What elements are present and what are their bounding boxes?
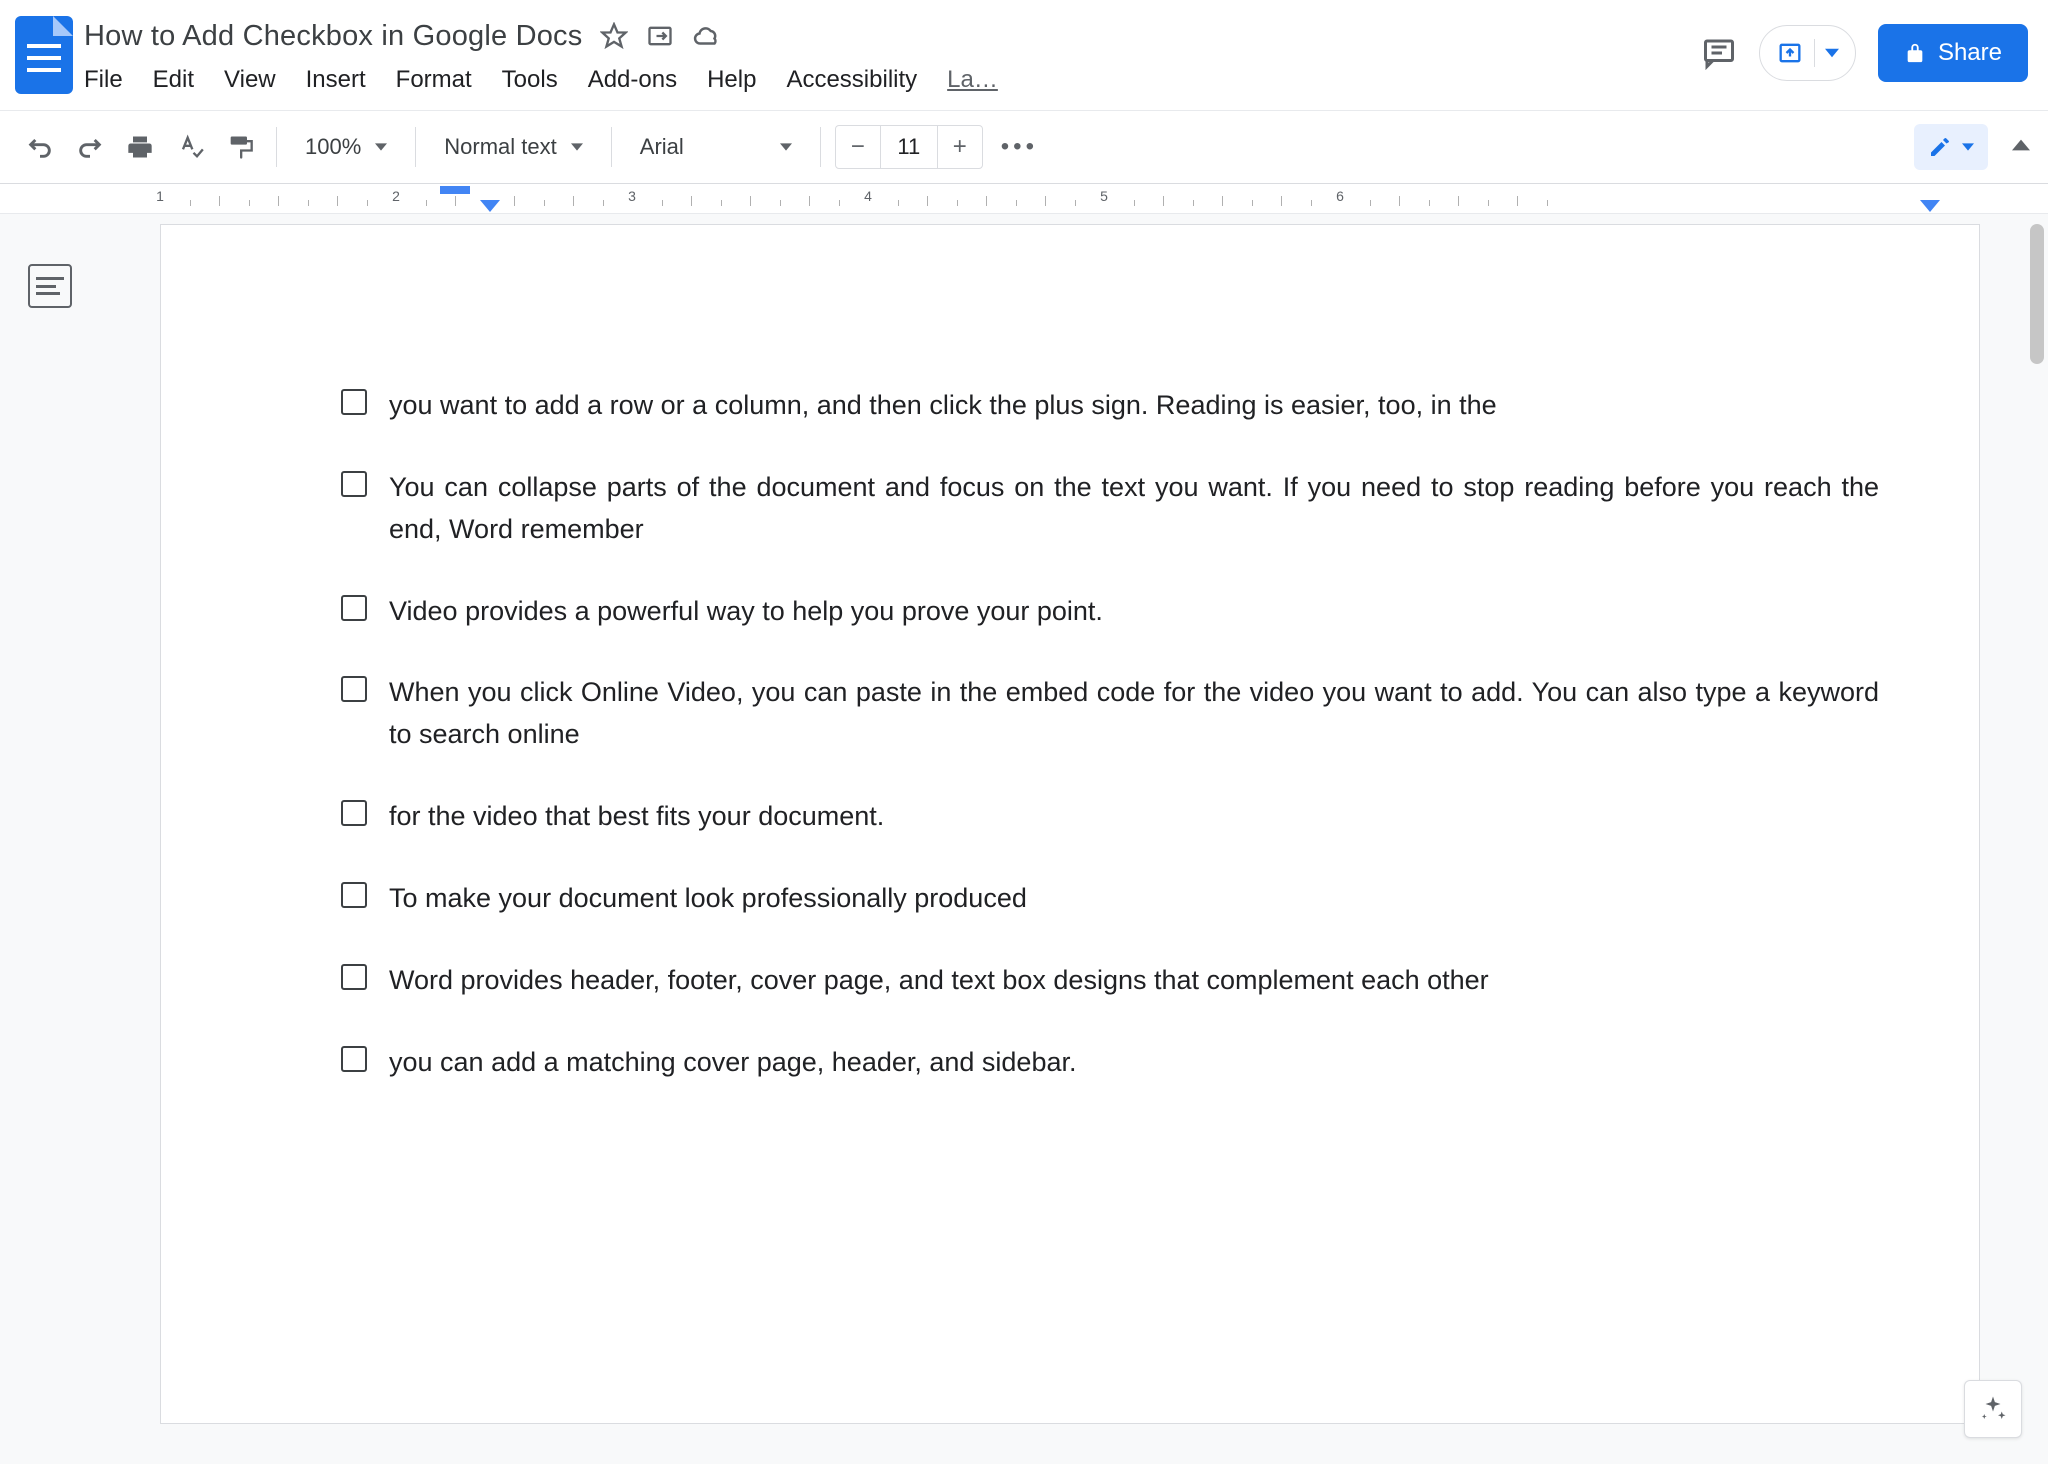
app-header: How to Add Checkbox in Google Docs File … — [0, 0, 2048, 100]
ruler-number: 6 — [1336, 188, 1344, 204]
checklist-text[interactable]: You can collapse parts of the document a… — [389, 467, 1879, 551]
menu-bar: File Edit View Insert Format Tools Add-o… — [84, 60, 1701, 100]
spellcheck-icon[interactable] — [168, 125, 212, 169]
checklist-text[interactable]: you can add a matching cover page, heade… — [389, 1042, 1077, 1084]
horizontal-ruler[interactable]: 1 2 3 4 5 6 — [0, 184, 2048, 214]
share-label: Share — [1938, 39, 2002, 67]
checklist-text[interactable]: When you click Online Video, you can pas… — [389, 672, 1879, 756]
checklist-item[interactable]: When you click Online Video, you can pas… — [341, 672, 1879, 756]
menu-insert[interactable]: Insert — [306, 66, 366, 94]
checklist-item[interactable]: for the video that best fits your docume… — [341, 796, 1879, 838]
menu-edit[interactable]: Edit — [153, 66, 194, 94]
menu-view[interactable]: View — [224, 66, 276, 94]
checkbox-icon[interactable] — [341, 1046, 367, 1072]
menu-tools[interactable]: Tools — [502, 66, 558, 94]
font-size-control: − 11 + — [835, 125, 983, 169]
document-title[interactable]: How to Add Checkbox in Google Docs — [84, 20, 582, 53]
document-page[interactable]: you want to add a row or a column, and t… — [160, 224, 1980, 1424]
checkbox-icon[interactable] — [341, 676, 367, 702]
menu-file[interactable]: File — [84, 66, 123, 94]
paint-format-icon[interactable] — [218, 125, 262, 169]
cloud-status-icon[interactable] — [692, 21, 722, 51]
checklist-text[interactable]: Word provides header, footer, cover page… — [389, 960, 1489, 1002]
menu-help[interactable]: Help — [707, 66, 756, 94]
vertical-scrollbar[interactable] — [2026, 214, 2044, 1464]
menu-last-activity[interactable]: La… — [947, 66, 998, 94]
workspace: you want to add a row or a column, and t… — [0, 214, 2048, 1464]
document-outline-icon[interactable] — [28, 264, 72, 308]
ruler-number: 5 — [1100, 188, 1108, 204]
checkbox-icon[interactable] — [341, 800, 367, 826]
checklist-item[interactable]: you can add a matching cover page, heade… — [341, 1042, 1879, 1084]
checklist: you want to add a row or a column, and t… — [341, 385, 1879, 1083]
checkbox-icon[interactable] — [341, 882, 367, 908]
more-toolbar-icon[interactable]: ••• — [989, 133, 1038, 161]
font-select[interactable]: Arial — [626, 125, 806, 169]
zoom-value: 100% — [305, 134, 361, 160]
toolbar: 100% Normal text Arial − 11 + ••• — [0, 110, 2048, 184]
checkbox-icon[interactable] — [341, 964, 367, 990]
checklist-text[interactable]: To make your document look professionall… — [389, 878, 1027, 920]
ruler-number: 2 — [392, 188, 400, 204]
ruler-number: 4 — [864, 188, 872, 204]
font-size-decrease[interactable]: − — [836, 133, 880, 161]
comments-icon[interactable] — [1701, 35, 1737, 71]
checklist-item[interactable]: You can collapse parts of the document a… — [341, 467, 1879, 551]
redo-icon[interactable] — [68, 125, 112, 169]
undo-icon[interactable] — [18, 125, 62, 169]
share-button[interactable]: Share — [1878, 24, 2028, 82]
checklist-text[interactable]: for the video that best fits your docume… — [389, 796, 884, 838]
checkbox-icon[interactable] — [341, 389, 367, 415]
scrollbar-thumb[interactable] — [2030, 224, 2044, 364]
font-size-increase[interactable]: + — [938, 133, 982, 161]
menu-addons[interactable]: Add-ons — [588, 66, 677, 94]
font-size-value[interactable]: 11 — [880, 126, 938, 168]
checklist-text[interactable]: you want to add a row or a column, and t… — [389, 385, 1497, 427]
ruler-number: 1 — [156, 188, 164, 204]
checklist-item[interactable]: you want to add a row or a column, and t… — [341, 385, 1879, 427]
checkbox-icon[interactable] — [341, 595, 367, 621]
checklist-item[interactable]: Word provides header, footer, cover page… — [341, 960, 1879, 1002]
ruler-number: 3 — [628, 188, 636, 204]
explore-button[interactable] — [1964, 1380, 2022, 1438]
checklist-text[interactable]: Video provides a powerful way to help yo… — [389, 591, 1103, 633]
checkbox-icon[interactable] — [341, 471, 367, 497]
checklist-item[interactable]: To make your document look professionall… — [341, 878, 1879, 920]
star-icon[interactable] — [600, 22, 628, 50]
editing-mode-button[interactable] — [1914, 124, 1988, 170]
present-button[interactable] — [1759, 25, 1856, 81]
collapse-toolbar-icon[interactable] — [2012, 136, 2030, 159]
checklist-item[interactable]: Video provides a powerful way to help yo… — [341, 591, 1879, 633]
docs-logo[interactable] — [12, 12, 76, 100]
print-icon[interactable] — [118, 125, 162, 169]
paragraph-style-select[interactable]: Normal text — [430, 125, 596, 169]
menu-format[interactable]: Format — [396, 66, 472, 94]
style-value: Normal text — [444, 134, 556, 160]
zoom-select[interactable]: 100% — [291, 125, 401, 169]
move-icon[interactable] — [646, 22, 674, 50]
font-value: Arial — [640, 134, 684, 160]
menu-accessibility[interactable]: Accessibility — [786, 66, 917, 94]
